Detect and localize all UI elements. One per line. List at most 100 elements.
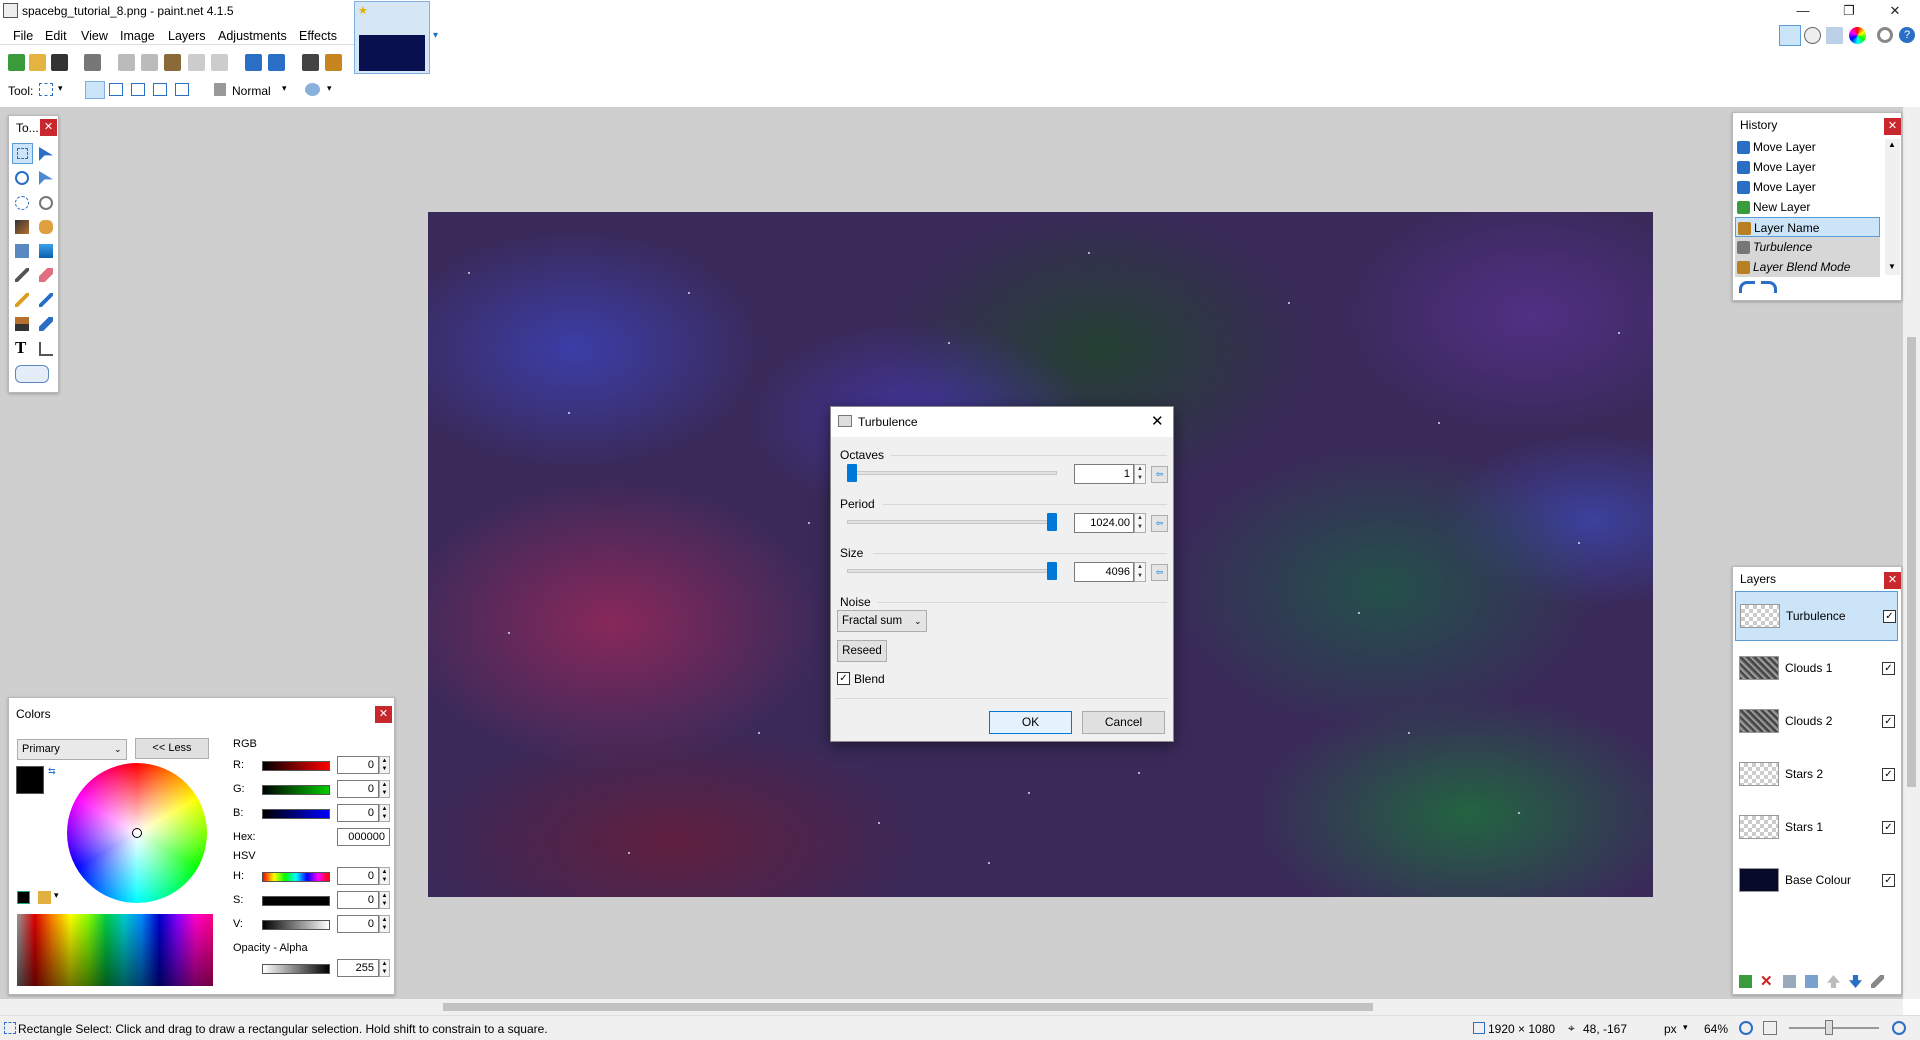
tool-dropdown-chevron-icon[interactable]: ▾ (58, 83, 63, 94)
menu-image[interactable]: Image (120, 29, 155, 43)
restore-button[interactable]: ❐ (1826, 0, 1872, 22)
swap-colors-icon[interactable]: ⇆ (48, 766, 56, 777)
octaves-slider-track[interactable] (847, 471, 1057, 475)
move-selection-tool-icon[interactable] (39, 147, 53, 161)
history-window-toggle-icon[interactable] (1804, 27, 1821, 44)
layer-item[interactable]: Clouds 2 ✓ (1735, 697, 1898, 747)
antialias-icon[interactable] (305, 83, 320, 96)
paste-icon[interactable] (164, 54, 181, 71)
vertical-scrollbar[interactable] (1903, 107, 1920, 999)
copy-icon[interactable] (141, 54, 158, 71)
tools-panel-close-icon[interactable]: ✕ (40, 119, 57, 136)
less-button[interactable]: << Less (135, 738, 209, 759)
tools-window-toggle-icon[interactable] (1779, 25, 1801, 46)
menu-effects[interactable]: Effects (299, 29, 337, 43)
menu-layers[interactable]: Layers (168, 29, 206, 43)
octaves-slider-thumb[interactable] (847, 464, 857, 482)
recolor-tool-icon[interactable] (39, 317, 53, 331)
history-redo-icon[interactable] (1761, 281, 1777, 293)
add-layer-icon[interactable] (1739, 975, 1752, 988)
color-picker-tool-icon[interactable] (39, 293, 53, 307)
rectangle-select-tool[interactable] (12, 143, 33, 164)
colors-window-toggle-icon[interactable] (1849, 27, 1866, 44)
move-layer-down-icon[interactable] (1849, 975, 1862, 988)
grid-icon[interactable] (302, 54, 319, 71)
primary-color-swatch[interactable] (16, 766, 44, 794)
menu-view[interactable]: View (81, 29, 108, 43)
layer-visibility-checkbox[interactable]: ✓ (1882, 874, 1895, 887)
red-spinner[interactable]: ▲ ▼ (379, 756, 390, 774)
palette-chevron-icon[interactable]: ▾ (54, 890, 59, 901)
layer-visibility-checkbox[interactable]: ✓ (1882, 662, 1895, 675)
period-slider-track[interactable] (847, 520, 1057, 524)
blue-value-input[interactable]: 0 (337, 804, 379, 822)
ellipse-select-tool-icon[interactable] (15, 196, 29, 210)
hue-spinner[interactable]: ▲ ▼ (379, 867, 390, 885)
palette-menu-icon[interactable] (38, 891, 51, 904)
layer-visibility-checkbox[interactable]: ✓ (1882, 768, 1895, 781)
new-image-icon[interactable] (8, 54, 25, 71)
layer-item[interactable]: Clouds 1 ✓ (1735, 644, 1898, 694)
ok-button[interactable]: OK (989, 711, 1072, 734)
value-spinner[interactable]: ▲ ▼ (379, 915, 390, 933)
zoom-in-icon[interactable] (1892, 1021, 1906, 1035)
selection-mode-replace-icon[interactable] (85, 81, 105, 99)
horizontal-scrollbar[interactable] (0, 999, 1903, 1015)
merge-layer-down-icon[interactable] (1805, 975, 1818, 988)
magic-wand-tool-icon[interactable] (15, 220, 29, 234)
history-item[interactable]: Turbulence (1735, 237, 1880, 257)
colors-panel-close-icon[interactable]: ✕ (375, 706, 392, 723)
vertical-scroll-thumb[interactable] (1907, 337, 1916, 787)
size-slider-track[interactable] (847, 569, 1057, 573)
horizontal-scroll-thumb[interactable] (443, 1003, 1373, 1011)
red-value-input[interactable]: 0 (337, 756, 379, 774)
blend-mode-dropdown[interactable]: Normal (232, 84, 271, 98)
history-item[interactable]: Move Layer (1735, 177, 1880, 197)
move-layer-up-icon[interactable] (1827, 975, 1840, 988)
zoom-level[interactable]: 64% (1704, 1022, 1728, 1036)
size-value-input[interactable]: 4096 (1074, 562, 1134, 582)
history-undo-icon[interactable] (1739, 281, 1755, 293)
reseed-button[interactable]: Reseed (837, 640, 887, 662)
scroll-down-icon[interactable]: ▼ (1888, 262, 1896, 271)
open-icon[interactable] (29, 54, 46, 71)
layer-item[interactable]: Base Colour ✓ (1735, 856, 1898, 906)
layers-window-toggle-icon[interactable] (1826, 27, 1843, 44)
layer-properties-icon[interactable] (1871, 975, 1884, 988)
palette-black-icon[interactable] (17, 891, 30, 904)
print-icon[interactable] (84, 54, 101, 71)
undo-icon[interactable] (245, 54, 262, 71)
zoom-to-window-icon[interactable] (1739, 1021, 1753, 1035)
history-scrollbar[interactable]: ▲ ▼ (1885, 139, 1900, 275)
zoom-slider-thumb[interactable] (1825, 1020, 1833, 1035)
lasso-select-tool-icon[interactable] (15, 171, 29, 185)
layer-item[interactable]: Stars 1 ✓ (1735, 803, 1898, 853)
zoom-slider-track[interactable] (1789, 1027, 1879, 1029)
text-tool-icon[interactable]: T (15, 339, 29, 356)
color-target-dropdown[interactable]: Primary ⌄ (17, 739, 127, 760)
units-dropdown[interactable]: px (1664, 1022, 1677, 1036)
octaves-spinner[interactable]: ▲ ▼ (1134, 464, 1146, 484)
saturation-value-input[interactable]: 0 (337, 891, 379, 909)
opacity-value-input[interactable]: 255 (337, 959, 379, 977)
paintbrush-tool-icon[interactable] (15, 268, 29, 282)
close-button[interactable]: ✕ (1872, 0, 1918, 22)
line-curve-tool-icon[interactable] (39, 342, 53, 356)
octaves-value-input[interactable]: 1 (1074, 464, 1134, 484)
color-wheel-picker[interactable] (132, 828, 142, 838)
history-item[interactable]: Move Layer (1735, 157, 1880, 177)
history-item[interactable]: Move Layer (1735, 137, 1880, 157)
history-panel-close-icon[interactable]: ✕ (1884, 118, 1901, 135)
actual-size-icon[interactable] (1763, 1021, 1777, 1035)
opacity-spinner[interactable]: ▲ ▼ (379, 959, 390, 977)
cut-icon[interactable] (118, 54, 135, 71)
minimize-button[interactable]: — (1780, 0, 1826, 22)
selection-mode-xor-icon[interactable] (175, 83, 189, 96)
red-slider[interactable] (262, 761, 330, 771)
hue-value-input[interactable]: 0 (337, 867, 379, 885)
history-item[interactable]: Layer Name (1735, 217, 1880, 237)
eraser-tool-icon[interactable] (39, 268, 53, 282)
clone-stamp-tool-icon[interactable] (15, 317, 29, 331)
green-slider[interactable] (262, 785, 330, 795)
blue-spinner[interactable]: ▲ ▼ (379, 804, 390, 822)
